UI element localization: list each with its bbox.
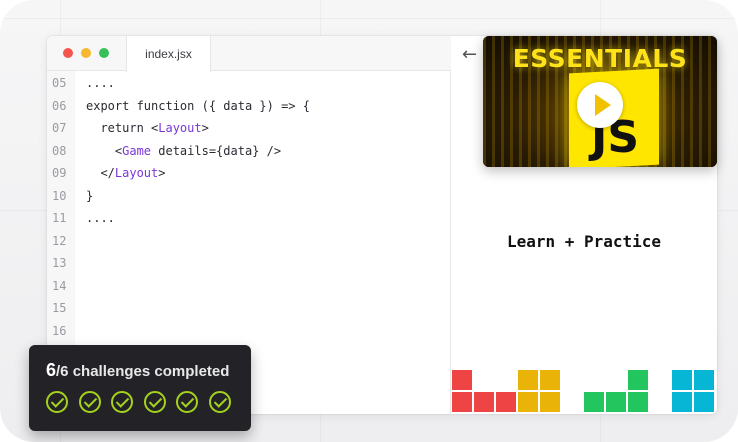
tetris-block-green (606, 392, 626, 412)
preview-caption: Learn + Practice (506, 232, 662, 251)
code-line: 15 (47, 298, 451, 318)
code-text: .... (86, 211, 115, 225)
line-number: 05 (52, 76, 67, 90)
code-text: return <Layout> (86, 121, 209, 135)
challenges-count: 6 (46, 360, 57, 380)
tetris-block-yellow (518, 392, 538, 412)
arrow-left-icon[interactable]: ← (462, 44, 477, 65)
check-circle-icon (176, 391, 198, 413)
tetris-block-yellow (540, 392, 560, 412)
editor-titlebar: index.jsx (47, 36, 451, 72)
line-number: 15 (52, 301, 67, 315)
video-thumbnail[interactable]: ESSENTIALS JS (483, 36, 717, 167)
code-line: 05.... (47, 73, 451, 93)
jsx-tag-name: Layout (114, 166, 159, 180)
play-icon (595, 94, 611, 116)
line-number: 11 (52, 211, 67, 225)
code-text: </Layout> (86, 166, 166, 180)
tetris-block-cyan (694, 392, 714, 412)
code-line: 07 return <Layout> (47, 118, 451, 138)
code-line: 14 (47, 276, 451, 296)
code-line: 12 (47, 231, 451, 251)
code-line: 16 (47, 321, 451, 341)
tetris-block-yellow (518, 370, 538, 390)
tetris-block-cyan (672, 370, 692, 390)
line-number: 12 (52, 233, 67, 248)
tetris-block-red (452, 370, 472, 390)
tetris-block-cyan (694, 370, 714, 390)
tetris-block-green (584, 392, 604, 412)
line-number: 09 (52, 166, 67, 180)
code-line: 06 export function ({ data }) => { (47, 96, 451, 116)
grid-line (0, 18, 738, 19)
line-number: 07 (52, 121, 67, 135)
check-circle-icon (143, 391, 166, 413)
close-window-dot[interactable] (63, 48, 73, 58)
tetris-block-cyan (672, 392, 692, 412)
line-number: 06 (52, 98, 67, 113)
check-circle-icon (46, 391, 68, 413)
code-text: .... (86, 76, 115, 90)
line-number: 10 (52, 188, 67, 203)
code-line: 08 <Game details={data} /> (47, 141, 451, 161)
code-text: } (86, 188, 94, 203)
line-number: 14 (52, 278, 67, 293)
code-line: 13 (47, 253, 451, 273)
stage: index.jsx 05.... 06 export function ({ dat… (0, 0, 738, 442)
challenges-progress-text: 6/6 challenges completed (46, 360, 229, 381)
tetris-block-yellow (540, 370, 560, 390)
check-circle-icon (208, 391, 231, 413)
code-line: 09 </Layout> (47, 163, 451, 183)
tetris-block-red (452, 392, 472, 412)
code-text: export function ({ data }) => { (86, 98, 310, 113)
tetris-block-green (628, 370, 648, 390)
check-circle-icon (78, 391, 101, 413)
tetris-block-red (496, 392, 516, 412)
line-number: 13 (52, 256, 67, 270)
challenges-rest: /6 challenges completed (56, 363, 230, 380)
minimize-window-dot[interactable] (81, 48, 91, 58)
thumbnail-title: ESSENTIALS (512, 44, 688, 73)
tetris-block-red (474, 392, 494, 412)
jsx-tag-name: Layout (158, 121, 202, 135)
line-number: 16 (52, 323, 67, 338)
line-number: 08 (52, 143, 67, 158)
code-text: <Game details={data} /> (86, 143, 282, 158)
code-line: 10} (47, 186, 451, 206)
tab-label: index.jsx (145, 47, 192, 61)
check-circle-icon (111, 391, 133, 413)
challenges-badge: 6/6 challenges completed (29, 345, 251, 431)
tab-index-jsx[interactable]: index.jsx (126, 36, 211, 72)
jsx-tag-name: Game (122, 143, 152, 158)
code-line: 11.... (47, 208, 451, 228)
tetris-block-green (628, 392, 648, 412)
maximize-window-dot[interactable] (99, 48, 109, 58)
